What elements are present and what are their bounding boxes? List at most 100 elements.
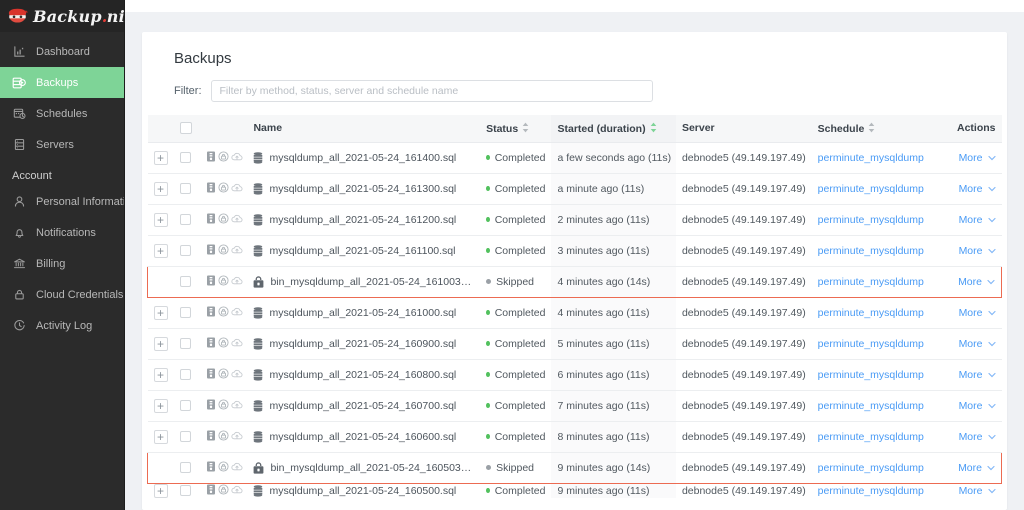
row-select-cell[interactable] [174,421,201,453]
schedule-link[interactable]: perminute_mysqldump [818,485,924,497]
row-checkbox[interactable] [180,369,192,381]
table-row[interactable]: bin_mysqldump_all_2021-05-24_160503.sql.… [147,451,1003,484]
sidebar-item-dashboard[interactable]: Dashboard [0,36,124,67]
sidebar-item-notifications[interactable]: Notifications [0,217,124,248]
more-actions-button[interactable]: More [959,214,996,226]
sort-icon-active[interactable] [650,122,657,136]
row-select-cell[interactable] [174,204,201,236]
th-status[interactable]: Status [480,115,552,143]
more-actions-button[interactable]: More [959,431,996,443]
row-select-cell[interactable] [174,451,201,484]
row-expand-cell[interactable]: + [147,297,175,329]
schedule-link[interactable]: perminute_mysqldump [818,431,924,443]
th-select-all[interactable] [174,115,201,143]
backup-name[interactable]: mysqldump_all_2021-05-24_160500.sql [269,485,456,497]
sidebar-item-servers[interactable]: Servers [0,129,124,160]
expand-row-button[interactable]: + [153,243,168,258]
schedule-link[interactable]: perminute_mysqldump [818,338,924,350]
more-actions-button[interactable]: More [958,276,995,288]
more-actions-button[interactable]: More [959,152,996,164]
sidebar-item-cloud-credentials[interactable]: Cloud Credentials [0,279,124,310]
schedule-link[interactable]: perminute_mysqldump [818,152,924,164]
backup-name[interactable]: bin_mysqldump_all_2021-05-24_160503.sql.… [270,462,474,474]
table-row[interactable]: + mysqldump_all_2021-05-24_160800.sql Co… [147,359,1002,391]
row-select-cell[interactable] [174,235,201,267]
backup-name[interactable]: mysqldump_all_2021-05-24_160900.sql [269,338,456,350]
more-actions-button[interactable]: More [959,338,996,350]
backup-name[interactable]: mysqldump_all_2021-05-24_161400.sql [269,152,456,164]
backup-name[interactable]: mysqldump_all_2021-05-24_161000.sql [269,307,456,319]
table-row[interactable]: + mysqldump_all_2021-05-24_160500.sql Co… [148,483,1002,498]
schedule-link[interactable]: perminute_mysqldump [818,462,924,474]
row-checkbox[interactable] [180,338,192,350]
expand-row-button[interactable]: + [153,181,168,196]
expand-row-button[interactable]: + [153,150,168,165]
row-checkbox[interactable] [180,462,192,474]
backup-name[interactable]: mysqldump_all_2021-05-24_160700.sql [269,400,456,412]
row-expand-cell[interactable]: + [148,483,175,498]
sidebar-item-personal-information[interactable]: Personal Information [0,186,124,217]
more-actions-button[interactable]: More [959,183,996,195]
row-select-cell[interactable] [174,142,201,174]
select-all-checkbox[interactable] [180,122,193,135]
expand-row-button[interactable]: + [153,336,168,351]
table-row[interactable]: + mysqldump_all_2021-05-24_160700.sql Co… [147,390,1002,422]
backup-name[interactable]: mysqldump_all_2021-05-24_160800.sql [269,369,456,381]
row-expand-cell[interactable] [147,265,175,298]
expand-row-button[interactable]: + [153,483,168,498]
row-select-cell[interactable] [174,265,201,298]
row-checkbox[interactable] [180,152,192,164]
sidebar-item-activity-log[interactable]: Activity Log [0,310,124,341]
sidebar-item-backups[interactable]: Backups [0,67,124,98]
table-row[interactable]: + mysqldump_all_2021-05-24_161000.sql Co… [147,297,1002,329]
more-actions-button[interactable]: More [959,485,996,497]
table-row[interactable]: + mysqldump_all_2021-05-24_161300.sql Co… [147,173,1002,205]
expand-row-button[interactable]: + [153,305,168,320]
row-checkbox[interactable] [180,276,192,288]
schedule-link[interactable]: perminute_mysqldump [818,245,924,257]
more-actions-button[interactable]: More [959,245,996,257]
th-schedule[interactable]: Schedule [811,115,933,143]
schedule-link[interactable]: perminute_mysqldump [818,400,924,412]
row-expand-cell[interactable]: + [147,359,175,391]
sidebar-item-schedules[interactable]: Schedules [0,98,124,129]
more-actions-button[interactable]: More [959,369,996,381]
row-checkbox[interactable] [180,400,192,412]
table-row[interactable]: + mysqldump_all_2021-05-24_161100.sql Co… [147,235,1002,267]
more-actions-button[interactable]: More [959,400,996,412]
row-checkbox[interactable] [180,485,192,497]
sort-icon[interactable] [868,122,875,136]
row-checkbox[interactable] [180,431,192,443]
table-row[interactable]: + mysqldump_all_2021-05-24_161400.sql Co… [147,142,1002,174]
row-expand-cell[interactable]: + [147,421,175,453]
expand-row-button[interactable]: + [153,212,168,227]
filter-input[interactable] [210,80,653,102]
row-checkbox[interactable] [180,214,192,226]
schedule-link[interactable]: perminute_mysqldump [818,369,924,381]
row-select-cell[interactable] [174,328,201,360]
row-checkbox[interactable] [180,183,192,195]
table-row[interactable]: + mysqldump_all_2021-05-24_160900.sql Co… [147,328,1002,360]
row-expand-cell[interactable]: + [147,235,175,267]
table-row[interactable]: bin_mysqldump_all_2021-05-24_161003.sql.… [147,265,1003,298]
row-checkbox[interactable] [180,245,192,257]
table-row[interactable]: + mysqldump_all_2021-05-24_161200.sql Co… [147,204,1002,236]
row-expand-cell[interactable]: + [147,328,175,360]
row-expand-cell[interactable]: + [147,142,175,174]
row-expand-cell[interactable]: + [147,204,175,236]
backup-name[interactable]: bin_mysqldump_all_2021-05-24_161003.sql.… [270,276,474,288]
schedule-link[interactable]: perminute_mysqldump [818,183,924,195]
backup-name[interactable]: mysqldump_all_2021-05-24_160600.sql [269,431,456,443]
schedule-link[interactable]: perminute_mysqldump [818,307,924,319]
row-select-cell[interactable] [174,483,201,498]
expand-row-button[interactable]: + [153,398,168,413]
row-select-cell[interactable] [174,297,201,329]
schedule-link[interactable]: perminute_mysqldump [818,214,924,226]
backup-name[interactable]: mysqldump_all_2021-05-24_161100.sql [269,245,455,257]
expand-row-button[interactable]: + [153,367,168,382]
more-actions-button[interactable]: More [959,307,996,319]
row-select-cell[interactable] [174,390,201,422]
row-expand-cell[interactable]: + [147,173,175,205]
brand-logo[interactable]: Backup.ninja [0,0,124,32]
backup-name[interactable]: mysqldump_all_2021-05-24_161200.sql [269,214,456,226]
